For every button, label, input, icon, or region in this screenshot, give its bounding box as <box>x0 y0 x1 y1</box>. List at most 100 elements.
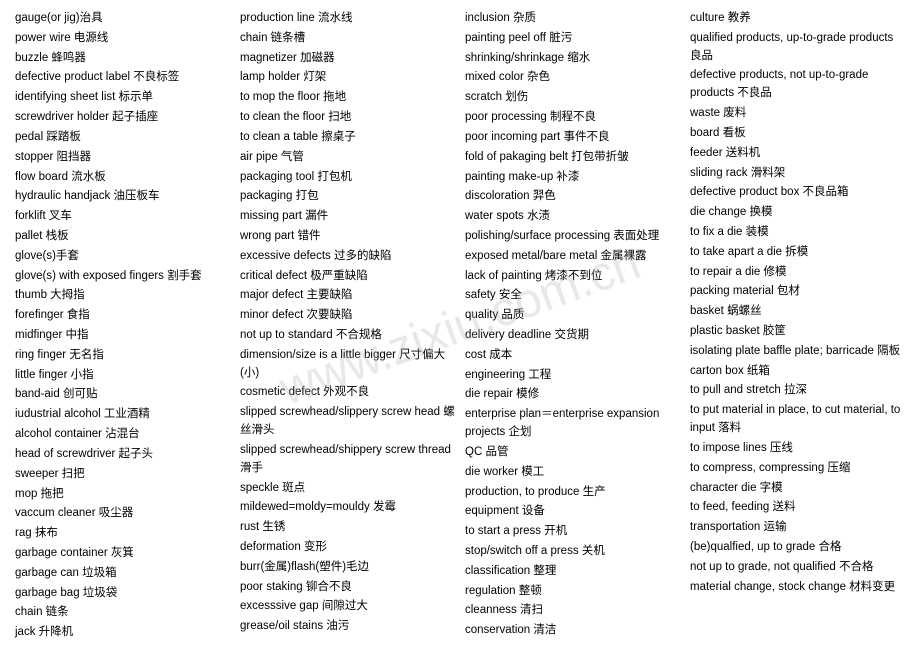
term-item: culture 教养 <box>690 10 905 28</box>
term-item: die change 换模 <box>690 204 905 222</box>
term-item: to feed, feeding 送料 <box>690 499 905 517</box>
term-item: stopper 阻挡器 <box>15 149 230 167</box>
term-item: packaging tool 打包机 <box>240 169 455 187</box>
term-item: mop 拖把 <box>15 486 230 504</box>
term-item: garbage can 垃圾箱 <box>15 565 230 583</box>
term-item: scratch 划伤 <box>465 89 680 107</box>
term-item: not up to grade, not qualified 不合格 <box>690 559 905 577</box>
term-item: mildewed=moldy=mouldy 发霉 <box>240 499 455 517</box>
term-item: missing part 漏件 <box>240 208 455 226</box>
term-item: alcohol container 沾混台 <box>15 426 230 444</box>
term-item: to pull and stretch 拉深 <box>690 382 905 400</box>
term-item: speckle 斑点 <box>240 480 455 498</box>
term-item: basket 蜗螺丝 <box>690 303 905 321</box>
term-item: board 看板 <box>690 125 905 143</box>
term-item: pedal 踩踏板 <box>15 129 230 147</box>
term-item: excesssive gap 间隙过大 <box>240 598 455 616</box>
term-item: to repair a die 修模 <box>690 264 905 282</box>
term-item: garbage bag 垃圾袋 <box>15 585 230 603</box>
term-item: mixed color 杂色 <box>465 69 680 87</box>
term-item: stop/switch off a press 关机 <box>465 543 680 561</box>
term-item: delivery deadline 交货期 <box>465 327 680 345</box>
term-item: equipment 设备 <box>465 503 680 521</box>
term-item: waste 废料 <box>690 105 905 123</box>
term-item: material change, stock change 材料变更 <box>690 579 905 597</box>
term-item: slipped screwhead/slippery screw head 螺丝… <box>240 404 455 440</box>
term-item: cleanness 清扫 <box>465 602 680 620</box>
term-item: glove(s)手套 <box>15 248 230 266</box>
term-item: inclusion 杂质 <box>465 10 680 28</box>
term-item: production line 流水线 <box>240 10 455 28</box>
column-3: inclusion 杂质 painting peel off 脏污 shrinkin… <box>465 10 680 642</box>
term-item: forklift 叉车 <box>15 208 230 226</box>
term-item: gauge(or jig)治具 <box>15 10 230 28</box>
column-1: gauge(or jig)治具power wire 电源线buzzle 蜂鸣器d… <box>15 10 230 642</box>
term-item: defective product box 不良品箱 <box>690 184 905 202</box>
term-item: painting peel off 脏污 <box>465 30 680 48</box>
term-item: qualified products, up-to-grade products… <box>690 30 905 66</box>
term-item: to impose lines 压线 <box>690 440 905 458</box>
term-item: transportation 运输 <box>690 519 905 537</box>
term-item: cosmetic defect 外观不良 <box>240 384 455 402</box>
term-item: to clean a table 擦桌子 <box>240 129 455 147</box>
term-item: vaccum cleaner 吸尘器 <box>15 505 230 523</box>
term-item: burr(金属)flash(塑件)毛边 <box>240 559 455 577</box>
term-item: carton box 纸箱 <box>690 363 905 381</box>
term-item: to start a press 开机 <box>465 523 680 541</box>
column-4: culture 教养 qualified products, up-to-grad… <box>690 10 905 642</box>
term-item: jack 升降机 <box>15 624 230 642</box>
term-item: poor incoming part 事件不良 <box>465 129 680 147</box>
term-item: dimension/size is a little bigger 尺寸偏大(小… <box>240 347 455 383</box>
term-item: critical defect 极严重缺陷 <box>240 268 455 286</box>
term-item: water spots 水渍 <box>465 208 680 226</box>
term-item: buzzle 蜂鸣器 <box>15 50 230 68</box>
term-item: pallet 栈板 <box>15 228 230 246</box>
term-item: to put material in place, to cut materia… <box>690 402 905 438</box>
term-item: defective products, not up-to-grade prod… <box>690 67 905 103</box>
main-content: gauge(or jig)治具power wire 电源线buzzle 蜂鸣器d… <box>15 10 905 642</box>
term-item: head of screwdriver 起子头 <box>15 446 230 464</box>
term-item: (be)qualfied, up to grade 合格 <box>690 539 905 557</box>
term-item: chain 链条 <box>15 604 230 622</box>
term-item: character die 字模 <box>690 480 905 498</box>
term-item: safety 安全 <box>465 287 680 305</box>
term-item: conservation 清洁 <box>465 622 680 640</box>
term-item: defective product label 不良标签 <box>15 69 230 87</box>
term-item: little finger 小指 <box>15 367 230 385</box>
term-item: rag 抹布 <box>15 525 230 543</box>
term-item: exposed metal/bare metal 金属裸露 <box>465 248 680 266</box>
term-item: engineering 工程 <box>465 367 680 385</box>
term-item: lamp holder 灯架 <box>240 69 455 87</box>
term-item: isolating plate baffle plate; barricade … <box>690 343 905 361</box>
term-item: forefinger 食指 <box>15 307 230 325</box>
term-item: shrinking/shrinkage 缩水 <box>465 50 680 68</box>
term-item: iudustrial alcohol 工业酒精 <box>15 406 230 424</box>
term-item: thumb 大拇指 <box>15 287 230 305</box>
term-item: magnetizer 加磁器 <box>240 50 455 68</box>
term-item: to mop the floor 拖地 <box>240 89 455 107</box>
term-item: not up to standard 不合规格 <box>240 327 455 345</box>
term-item: grease/oil stains 油污 <box>240 618 455 636</box>
term-item: identifying sheet list 标示单 <box>15 89 230 107</box>
term-item: die repair 模修 <box>465 386 680 404</box>
term-item: sliding rack 滑料架 <box>690 165 905 183</box>
term-item: poor staking 铆合不良 <box>240 579 455 597</box>
term-item: rust 生锈 <box>240 519 455 537</box>
term-item: slipped screwhead/shippery screw thread … <box>240 442 455 478</box>
term-item: feeder 送料机 <box>690 145 905 163</box>
term-item: die worker 模工 <box>465 464 680 482</box>
term-item: enterprise plan＝enterprise expansion pro… <box>465 406 680 442</box>
term-item: deformation 变形 <box>240 539 455 557</box>
term-item: plastic basket 胶筐 <box>690 323 905 341</box>
term-item: band-aid 创可贴 <box>15 386 230 404</box>
term-item: ring finger 无名指 <box>15 347 230 365</box>
term-item: excessive defects 过多的缺陷 <box>240 248 455 266</box>
term-item: fold of pakaging belt 打包带折皱 <box>465 149 680 167</box>
term-item: to compress, compressing 压缩 <box>690 460 905 478</box>
term-item: hydraulic handjack 油压板车 <box>15 188 230 206</box>
term-item: quality 品质 <box>465 307 680 325</box>
term-item: glove(s) with exposed fingers 割手套 <box>15 268 230 286</box>
term-item: QC 品管 <box>465 444 680 462</box>
term-item: air pipe 气管 <box>240 149 455 167</box>
column-2: production line 流水线chain 链条槽magnetizer 加… <box>240 10 455 642</box>
